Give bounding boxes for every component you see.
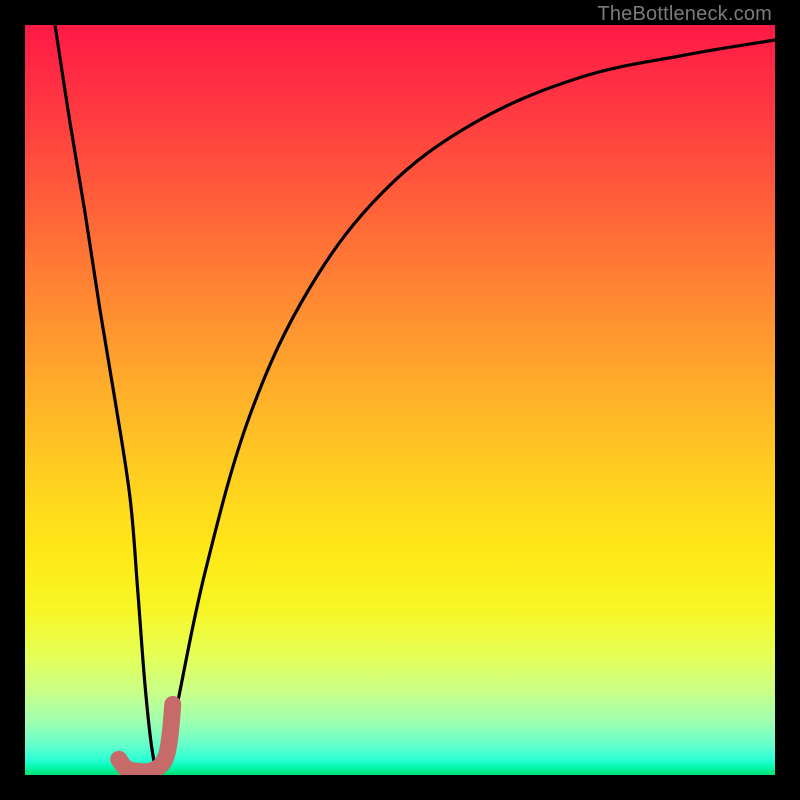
bottleneck-curve [55,25,775,775]
attribution-watermark: TheBottleneck.com [597,3,772,26]
j-highlight-stroke [119,705,173,772]
chart-frame: TheBottleneck.com [0,0,800,800]
bottleneck-curve-svg [25,25,775,775]
plot-area [25,25,775,775]
